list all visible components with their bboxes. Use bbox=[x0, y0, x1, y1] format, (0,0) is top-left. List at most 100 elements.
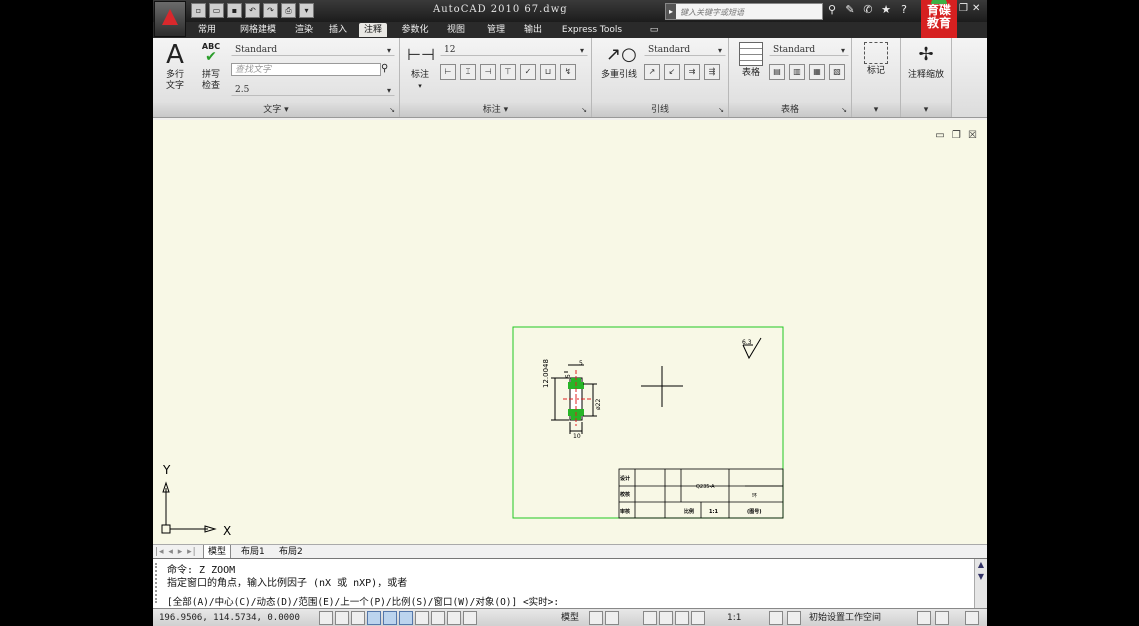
scroll-down-icon[interactable]: ▼ bbox=[975, 571, 987, 583]
command-window[interactable]: 命令: Z ZOOM 指定窗口的角点，输入比例因子 (nX 或 nXP)，或者 … bbox=[153, 558, 987, 609]
quick-view-layouts-icon[interactable] bbox=[589, 611, 603, 625]
jog-line-icon[interactable]: ⊔ bbox=[540, 64, 556, 80]
plot-icon[interactable]: ⎙ bbox=[281, 3, 296, 18]
panel-text-launcher-icon[interactable]: ↘ bbox=[389, 103, 395, 117]
showmotion-icon[interactable] bbox=[691, 611, 705, 625]
search-expand-icon[interactable]: ▸ bbox=[666, 4, 676, 19]
tab-parametric[interactable]: 参数化 bbox=[397, 23, 433, 37]
extract-data-icon[interactable]: ▤ bbox=[769, 64, 785, 80]
layout-tab-layout1[interactable]: 布局1 bbox=[237, 545, 269, 559]
pan-icon[interactable] bbox=[643, 611, 657, 625]
tab-render[interactable]: 渲染 bbox=[291, 23, 317, 37]
clean-screen-icon[interactable] bbox=[965, 611, 979, 625]
tab-express-tools[interactable]: Express Tools bbox=[557, 23, 627, 37]
infocenter-search[interactable]: ▸ bbox=[665, 3, 823, 20]
panel-text-title[interactable]: 文字 ▾ ↘ bbox=[153, 103, 399, 117]
tab-mesh-modeling[interactable]: 网格建模 bbox=[233, 23, 283, 37]
table-button[interactable]: 表格 bbox=[733, 42, 769, 79]
dimension-dropdown-icon[interactable]: ▾ bbox=[402, 81, 438, 92]
annotation-scale-button[interactable]: ✢ 注释缩放 bbox=[903, 42, 949, 81]
open-file-icon[interactable]: ▭ bbox=[209, 3, 224, 18]
command-prompt[interactable]: [全部(A)/中心(C)/动态(D)/范围(E)/上一个(P)/比例(S)/窗口… bbox=[167, 594, 559, 608]
redo-icon[interactable]: ↷ bbox=[263, 3, 278, 18]
panel-leaders-title[interactable]: 引线 ↘ bbox=[592, 103, 728, 117]
lock-ui-icon[interactable] bbox=[917, 611, 931, 625]
auto-scale-icon[interactable] bbox=[787, 611, 801, 625]
remove-leader-icon[interactable]: ↙ bbox=[664, 64, 680, 80]
annotation-scale-value[interactable]: 1:1 bbox=[727, 609, 741, 626]
markup-button[interactable]: 标记 bbox=[858, 42, 894, 77]
panel-table-launcher-icon[interactable]: ↘ bbox=[841, 103, 847, 117]
panel-tables-title[interactable]: 表格 ↘ bbox=[729, 103, 851, 117]
subscription-icon[interactable]: ✎ bbox=[843, 3, 857, 17]
object-snap-icon[interactable] bbox=[383, 611, 397, 625]
scroll-up-icon[interactable]: ▲ bbox=[975, 559, 987, 571]
quick-dim-icon[interactable]: ⌶ bbox=[460, 64, 476, 80]
new-file-icon[interactable]: ▫ bbox=[191, 3, 206, 18]
dim-style-select[interactable]: 12 bbox=[440, 43, 588, 57]
isolate-objects-icon[interactable] bbox=[935, 611, 949, 625]
quick-view-drawings-icon[interactable] bbox=[605, 611, 619, 625]
help-icon[interactable]: ? bbox=[897, 3, 911, 17]
ribbon-minimize-icon[interactable]: ▭ bbox=[647, 23, 661, 37]
layout-nav-arrows-icon[interactable]: |◂ ◂ ▸ ▸| bbox=[155, 545, 197, 559]
text-height-select[interactable]: 2.5 bbox=[231, 83, 395, 97]
zoom-icon[interactable] bbox=[659, 611, 673, 625]
mleader-style-select[interactable]: Standard bbox=[644, 43, 726, 57]
object-snap-tracking-icon[interactable] bbox=[399, 611, 413, 625]
steeringwheel-icon[interactable] bbox=[675, 611, 689, 625]
find-text-input[interactable]: 查找文字 bbox=[231, 63, 381, 76]
panel-markup-title[interactable]: ▾ bbox=[852, 103, 900, 117]
panel-dimensions-title[interactable]: 标注 ▾ ↘ bbox=[400, 103, 591, 117]
tab-insert[interactable]: 插入 bbox=[325, 23, 351, 37]
close-icon[interactable]: ✕ bbox=[972, 3, 980, 14]
lineweight-icon[interactable] bbox=[447, 611, 461, 625]
download-data-icon[interactable]: ▦ bbox=[809, 64, 825, 80]
add-leader-icon[interactable]: ↗ bbox=[644, 64, 660, 80]
find-replace-icon[interactable]: ⚲ bbox=[381, 63, 388, 74]
dim-break-icon[interactable]: ⊣ bbox=[480, 64, 496, 80]
grid-display-icon[interactable] bbox=[335, 611, 349, 625]
drawing-canvas[interactable]: ▭ ❐ ☒ Y X 6.3 12.0048 5 5 ø22 10 设计 校核 审… bbox=[153, 120, 987, 544]
search-input[interactable] bbox=[678, 5, 822, 19]
tab-annotate[interactable]: 注释 bbox=[359, 23, 387, 37]
align-leader-icon[interactable]: ⇉ bbox=[684, 64, 700, 80]
tab-manage[interactable]: 管理 bbox=[483, 23, 509, 37]
link-data-icon[interactable]: ▥ bbox=[789, 64, 805, 80]
continue-dim-icon[interactable]: ⊢ bbox=[440, 64, 456, 80]
multileader-button[interactable]: ↗○ 多重引线 bbox=[596, 42, 642, 81]
oblique-icon[interactable]: ↯ bbox=[560, 64, 576, 80]
dynamic-input-icon[interactable] bbox=[431, 611, 445, 625]
undo-icon[interactable]: ↶ bbox=[245, 3, 260, 18]
restore-icon[interactable]: ❐ bbox=[959, 3, 968, 14]
inspect-icon[interactable]: ✓ bbox=[520, 64, 536, 80]
layout-tab-model[interactable]: 模型 bbox=[203, 545, 232, 559]
upload-data-icon[interactable]: ▧ bbox=[829, 64, 845, 80]
table-style-select[interactable]: Standard bbox=[769, 43, 849, 57]
quick-properties-icon[interactable] bbox=[463, 611, 477, 625]
text-style-select[interactable]: Standard bbox=[231, 43, 395, 57]
tab-home[interactable]: 常用 bbox=[193, 23, 221, 37]
binoculars-icon[interactable]: ⚲ bbox=[825, 3, 839, 17]
mtext-button[interactable]: A 多行 文字 bbox=[157, 42, 193, 92]
communication-icon[interactable]: ✆ bbox=[861, 3, 875, 17]
spell-check-button[interactable]: ABC ✔ 拼写 检查 bbox=[193, 42, 229, 92]
panel-leader-launcher-icon[interactable]: ↘ bbox=[718, 103, 724, 117]
command-scrollbar[interactable]: ▲ ▼ bbox=[974, 559, 987, 609]
qat-dropdown-icon[interactable]: ▾ bbox=[299, 3, 314, 18]
adjust-space-icon[interactable]: ⊤ bbox=[500, 64, 516, 80]
layout-tab-layout2[interactable]: 布局2 bbox=[275, 545, 307, 559]
dimension-button[interactable]: ⊢⊣ 标注 ▾ bbox=[402, 42, 438, 92]
tab-view[interactable]: 视图 bbox=[443, 23, 469, 37]
collect-leader-icon[interactable]: ⇶ bbox=[704, 64, 720, 80]
annotation-visibility-icon[interactable] bbox=[769, 611, 783, 625]
application-menu-button[interactable] bbox=[154, 1, 186, 37]
command-grip[interactable] bbox=[155, 563, 163, 603]
panel-dim-launcher-icon[interactable]: ↘ bbox=[581, 103, 587, 117]
model-space-label[interactable]: 模型 bbox=[561, 609, 579, 626]
polar-tracking-icon[interactable] bbox=[367, 611, 381, 625]
workspace-switch[interactable]: 初始设置工作空间 bbox=[809, 609, 881, 626]
ducs-icon[interactable] bbox=[415, 611, 429, 625]
tab-output[interactable]: 输出 bbox=[519, 23, 547, 37]
save-icon[interactable]: ▪ bbox=[227, 3, 242, 18]
